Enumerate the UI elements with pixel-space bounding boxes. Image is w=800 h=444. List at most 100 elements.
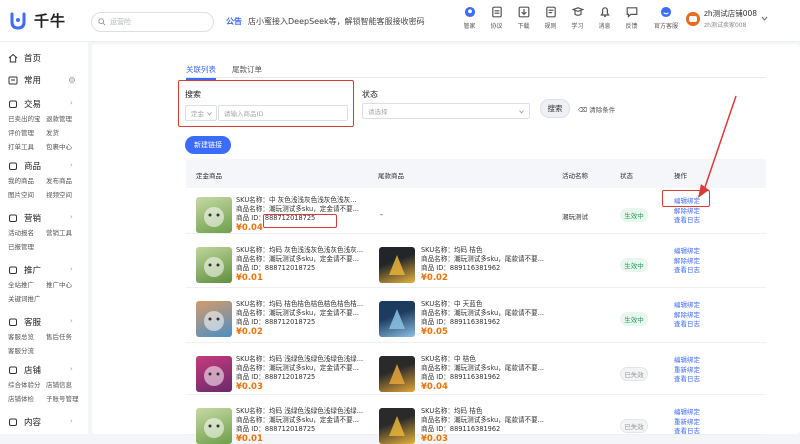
header-tool-feedback[interactable]: 反馈 xyxy=(618,6,645,30)
sidebar-item-common[interactable]: 常用 xyxy=(8,74,41,86)
sidebar-section-0[interactable]: 交易 xyxy=(8,98,41,110)
chevron-right-icon: › xyxy=(70,365,73,373)
row-action-1[interactable]: 解除绑定 xyxy=(674,207,700,217)
row-action-1[interactable]: 解除绑定 xyxy=(674,257,700,267)
figure-image xyxy=(204,257,224,277)
header-tool-butler[interactable]: 管家 xyxy=(456,6,483,30)
deposit-product-image[interactable] xyxy=(196,247,232,283)
search-button[interactable]: 搜索 xyxy=(540,99,570,118)
sidebar-item[interactable]: 售后任务 xyxy=(46,331,72,341)
global-search[interactable]: 运营险 xyxy=(91,12,214,32)
row-action-2[interactable]: 查看日志 xyxy=(674,427,700,437)
sidebar-item[interactable]: 营销工具 xyxy=(46,227,72,237)
row-action-2[interactable]: 查看日志 xyxy=(674,320,700,330)
status-select[interactable]: 请选择 xyxy=(362,103,530,119)
sidebar-item[interactable]: 店铺信息 xyxy=(46,379,72,389)
header-tool-label: 下载 xyxy=(517,23,530,30)
header-tool-support[interactable]: 官方客服 xyxy=(645,6,687,30)
sidebar-item[interactable]: 店铺体检 xyxy=(8,393,34,403)
product-id: 商品 ID：889116381962 xyxy=(421,373,544,382)
clear-filters-button[interactable]: ⌫ 清除条件 xyxy=(578,104,615,114)
sidebar-item[interactable]: 图片空间 xyxy=(8,189,34,199)
final-product-image[interactable] xyxy=(379,247,415,283)
sidebar-item[interactable]: 评价管理 xyxy=(8,127,34,137)
deposit-product-image[interactable] xyxy=(196,301,232,337)
deposit-product-image[interactable] xyxy=(196,356,232,392)
sku-name: SKU名称：均码 浅绿色浅绿色浅绿色浅绿... xyxy=(236,355,364,363)
app-logo[interactable]: 千牛 xyxy=(8,10,66,31)
sidebar-section-6[interactable]: 内容 xyxy=(8,416,41,428)
sidebar-item[interactable]: 打单工具 xyxy=(8,141,34,151)
sidebar-section-3[interactable]: 推广 xyxy=(8,264,41,276)
new-link-button[interactable]: 新建链接 xyxy=(185,136,231,154)
row-action-1[interactable]: 重新绑定 xyxy=(674,366,700,376)
final-product-image[interactable] xyxy=(379,301,415,337)
search-label: 搜索 xyxy=(185,90,201,99)
deposit-product-info: SKU名称：均码 浅绿色浅绿色浅绿色浅绿... 商品名称：潮玩测试多sku，定金请… xyxy=(236,407,363,444)
rule-icon xyxy=(545,6,556,18)
sidebar-item[interactable]: 关键词推广 xyxy=(8,293,41,303)
status-badge: 生效中 xyxy=(620,258,648,272)
sidebar-item[interactable]: 全站推广 xyxy=(8,279,34,289)
row-action-0[interactable]: 编辑绑定 xyxy=(674,356,700,366)
sidebar-section-4[interactable]: 客服 xyxy=(8,316,41,328)
sidebar-item[interactable]: 客服总览 xyxy=(8,331,34,341)
sidebar-item[interactable]: 已报管理 xyxy=(8,241,34,251)
document-icon xyxy=(491,6,502,18)
figure-image xyxy=(389,364,405,384)
sidebar-item-home[interactable]: 首页 xyxy=(8,52,41,64)
sidebar-item[interactable]: 包裹中心 xyxy=(46,141,72,151)
row-action-0[interactable]: 编辑绑定 xyxy=(674,247,700,257)
final-product-image[interactable] xyxy=(379,408,415,444)
header-tool-document[interactable]: 协议 xyxy=(483,6,510,30)
sidebar-item[interactable]: 推广中心 xyxy=(46,279,72,289)
sidebar-item[interactable]: 发货 xyxy=(46,127,59,137)
sidebar-item[interactable]: 综合体验分 xyxy=(8,379,41,389)
notice-text[interactable]: 店小蜜接入DeepSeek等，解锁智能客服接收密码 xyxy=(248,16,425,27)
deposit-price: ¥0.03 xyxy=(236,382,263,392)
chevron-right-icon: › xyxy=(70,213,73,221)
user-menu[interactable]: zh测试店铺008 zh测试卖家008 xyxy=(686,8,768,29)
deposit-product-image[interactable] xyxy=(196,197,232,233)
sidebar-item[interactable]: 活动报名 xyxy=(8,227,34,237)
sidebar-item[interactable]: 退款管理 xyxy=(46,113,72,123)
header-tool-label: 学习 xyxy=(571,23,584,30)
header-tool-label: 官方客服 xyxy=(653,23,678,30)
row-action-0[interactable]: 编辑绑定 xyxy=(674,408,700,418)
trash-icon: ⌫ xyxy=(578,106,590,114)
sidebar-section-1[interactable]: 商品 xyxy=(8,160,41,172)
sidebar-item[interactable]: 子账号管理 xyxy=(46,393,79,403)
sidebar-item[interactable]: 客服分流 xyxy=(8,345,34,355)
row-action-0[interactable]: 编辑绑定 xyxy=(674,301,700,311)
row-action-2[interactable]: 查看日志 xyxy=(674,375,700,385)
row-action-1[interactable]: 重新绑定 xyxy=(674,418,700,428)
row-action-2[interactable]: 查看日志 xyxy=(674,266,700,276)
sidebar-section-5[interactable]: 店铺 xyxy=(8,364,41,376)
final-price: ¥0.04 xyxy=(421,382,448,392)
deposit-product-image[interactable] xyxy=(196,408,232,444)
sidebar-section-2[interactable]: 营销 xyxy=(8,212,41,224)
final-product-image[interactable] xyxy=(379,356,415,392)
feedback-icon xyxy=(626,7,637,18)
product-id-input[interactable]: 请输入商品ID xyxy=(218,105,348,121)
sku-name: SKU名称：中 天蓝色 xyxy=(421,300,483,308)
product-name: 商品名称：潮玩测试多sku，定金请不要... xyxy=(236,416,360,424)
app-logo-icon xyxy=(8,11,28,31)
header-tool-bell[interactable]: 消息 xyxy=(591,6,618,30)
header-tool-learn[interactable]: 学习 xyxy=(564,6,591,30)
search-type-select[interactable]: 定金 xyxy=(185,105,217,121)
header-tool-rule[interactable]: 规则 xyxy=(537,6,564,30)
row-action-2[interactable]: 查看日志 xyxy=(674,216,700,226)
sidebar-item[interactable]: 已卖出的宝 xyxy=(8,113,41,123)
sidebar-section-title: 客服 xyxy=(24,318,42,328)
sidebar-item[interactable]: 我的商品 xyxy=(8,175,34,185)
product-id: 商品 ID：889116381962 xyxy=(421,264,544,273)
status-badge: 已失效 xyxy=(620,367,648,381)
sidebar-item[interactable]: 发布商品 xyxy=(46,175,72,185)
product-id-placeholder: 请输入商品ID xyxy=(224,110,264,118)
row-action-1[interactable]: 解除绑定 xyxy=(674,311,700,321)
gear-icon[interactable] xyxy=(68,76,76,84)
sidebar-section-title: 营销 xyxy=(24,214,42,224)
header-tool-download[interactable]: 下载 xyxy=(510,6,537,30)
sidebar-item[interactable]: 视频空间 xyxy=(46,189,72,199)
